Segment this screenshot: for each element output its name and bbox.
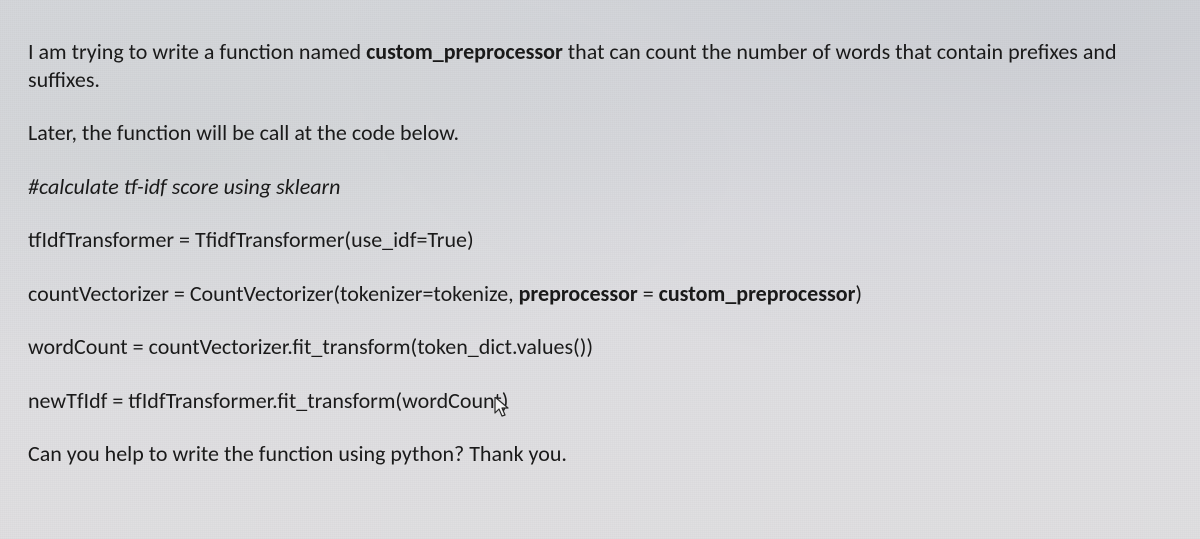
text: ) bbox=[855, 280, 862, 307]
code-line-transformer: tfIdfTransformer = TfidfTransformer(use_… bbox=[28, 226, 1172, 254]
kwarg-value: custom_preprocessor bbox=[659, 280, 856, 307]
code-line-vectorizer: countVectorizer = CountVectorizer(tokeni… bbox=[28, 280, 1172, 308]
text: countVectorizer = CountVectorizer(tokeni… bbox=[28, 280, 519, 307]
code-line-newtfidf: newTfIdf = tfIdfTransformer.fit_transfor… bbox=[28, 387, 1172, 415]
text: = bbox=[638, 280, 659, 307]
code-line-wordcount: wordCount = countVectorizer.fit_transfor… bbox=[28, 333, 1172, 361]
question-intro: I am trying to write a function named cu… bbox=[28, 38, 1172, 93]
code-comment: #calculate tf-idf score using sklearn bbox=[28, 173, 1172, 201]
text: I am trying to write a function named bbox=[28, 38, 366, 65]
kwarg-preprocessor: preprocessor bbox=[519, 280, 638, 307]
question-followup: Later, the function will be call at the … bbox=[28, 119, 1172, 147]
question-closing: Can you help to write the function using… bbox=[28, 440, 1172, 468]
function-name: custom_preprocessor bbox=[366, 38, 563, 65]
